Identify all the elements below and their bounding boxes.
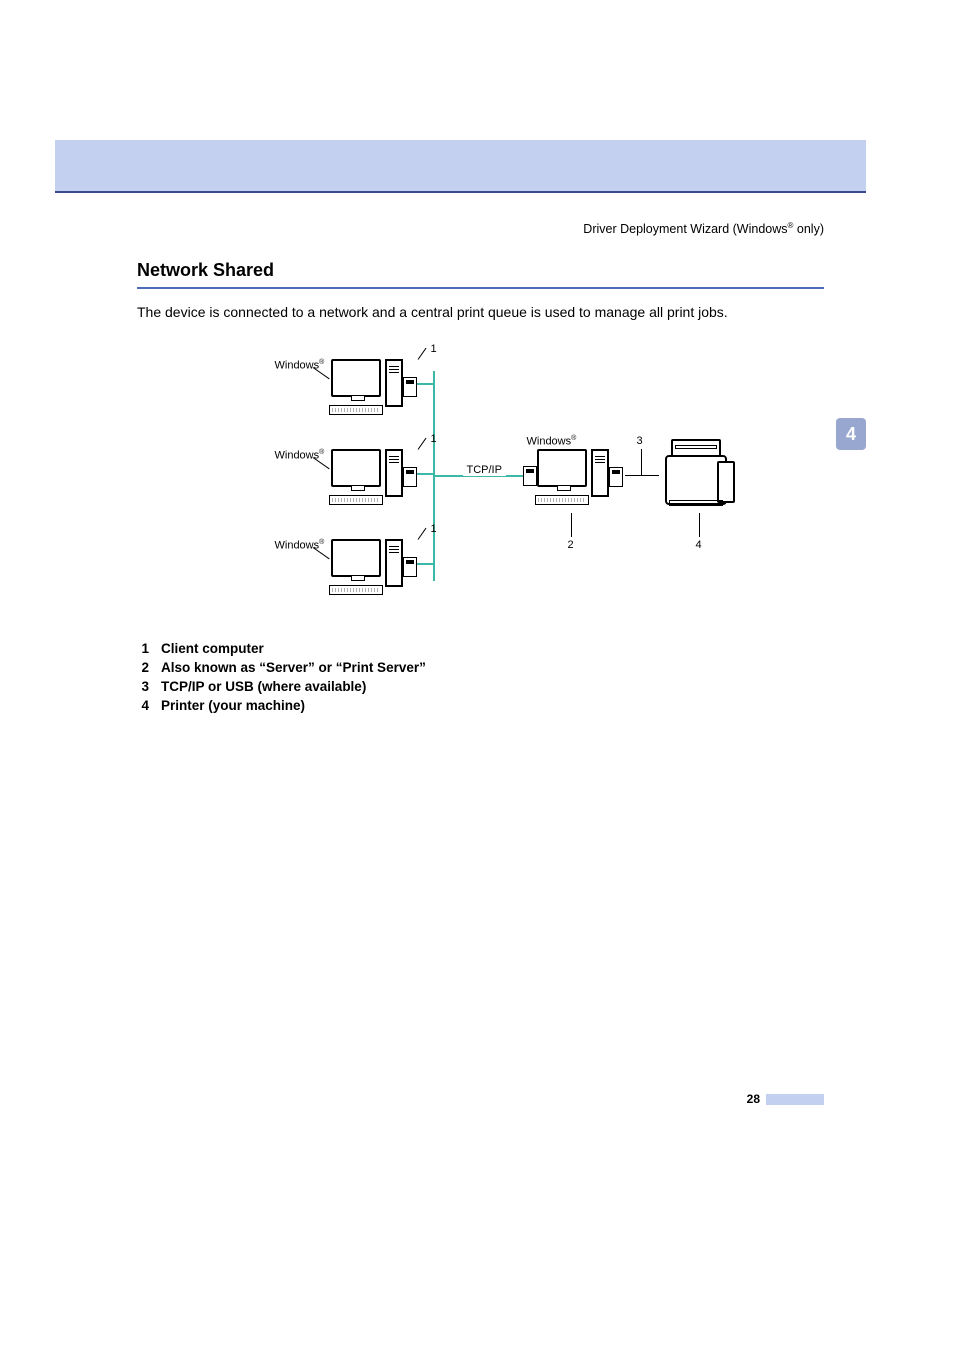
connection-line	[625, 475, 659, 476]
connection-line	[699, 513, 700, 537]
callout-line	[417, 527, 426, 539]
bus-stub	[416, 473, 433, 475]
callout-line	[417, 437, 426, 449]
network-card-icon	[403, 557, 417, 577]
page-number: 28	[747, 1092, 760, 1106]
client-computer: Windows®	[331, 539, 383, 595]
bus-stub	[416, 563, 433, 565]
breadcrumb: Driver Deployment Wizard (Windows® only)	[583, 221, 824, 236]
callout-2: 2	[568, 539, 574, 551]
tower-icon	[385, 449, 403, 497]
tower-icon	[385, 539, 403, 587]
tower-icon	[385, 359, 403, 407]
tcpip-label: TCP/IP	[463, 464, 506, 476]
monitor-icon	[331, 449, 381, 487]
network-diagram: TCP/IP Windows® 1 Windows® 1 Windows®	[231, 341, 731, 621]
monitor-icon	[537, 449, 587, 487]
content-section: Network Shared The device is connected t…	[137, 260, 824, 717]
network-card-icon	[403, 467, 417, 487]
legend-num: 3	[137, 679, 149, 694]
monitor-icon	[331, 359, 381, 397]
network-card-icon	[523, 466, 537, 486]
monitor-icon	[331, 539, 381, 577]
section-heading: Network Shared	[137, 260, 824, 289]
legend-num: 1	[137, 641, 149, 656]
os-label: Windows®	[527, 435, 577, 448]
network-card-icon	[403, 377, 417, 397]
legend-text: Client computer	[161, 641, 264, 656]
callout-3: 3	[637, 435, 643, 447]
connection-line	[641, 449, 642, 475]
callout-4: 4	[696, 539, 702, 551]
breadcrumb-suffix: only)	[793, 222, 824, 236]
legend-item: 2 Also known as “Server” or “Print Serve…	[137, 660, 824, 675]
footer: 28	[747, 1092, 824, 1106]
callout-1: 1	[431, 523, 437, 535]
keyboard-icon	[329, 405, 383, 415]
legend-num: 4	[137, 698, 149, 713]
keyboard-icon	[329, 585, 383, 595]
client-computer: Windows®	[331, 359, 383, 415]
callout-line	[417, 347, 426, 359]
bus-stub	[416, 383, 433, 385]
legend-item: 4 Printer (your machine)	[137, 698, 824, 713]
network-card-icon	[609, 467, 623, 487]
legend-item: 3 TCP/IP or USB (where available)	[137, 679, 824, 694]
legend-text: TCP/IP or USB (where available)	[161, 679, 366, 694]
printer-icon	[661, 437, 741, 512]
client-computer: Windows®	[331, 449, 383, 505]
legend-text: Also known as “Server” or “Print Server”	[161, 660, 426, 675]
header-bar	[55, 140, 866, 193]
server-computer: Windows®	[537, 449, 589, 505]
breadcrumb-prefix: Driver Deployment Wizard (Windows	[583, 222, 787, 236]
legend: 1 Client computer 2 Also known as “Serve…	[137, 641, 824, 713]
keyboard-icon	[535, 495, 589, 505]
section-body: The device is connected to a network and…	[137, 303, 824, 323]
connection-line	[571, 513, 572, 537]
callout-1: 1	[431, 433, 437, 445]
keyboard-icon	[329, 495, 383, 505]
legend-text: Printer (your machine)	[161, 698, 305, 713]
tower-icon	[591, 449, 609, 497]
legend-item: 1 Client computer	[137, 641, 824, 656]
chapter-tab: 4	[836, 418, 866, 450]
callout-1: 1	[431, 343, 437, 355]
footer-bar	[766, 1094, 824, 1105]
legend-num: 2	[137, 660, 149, 675]
